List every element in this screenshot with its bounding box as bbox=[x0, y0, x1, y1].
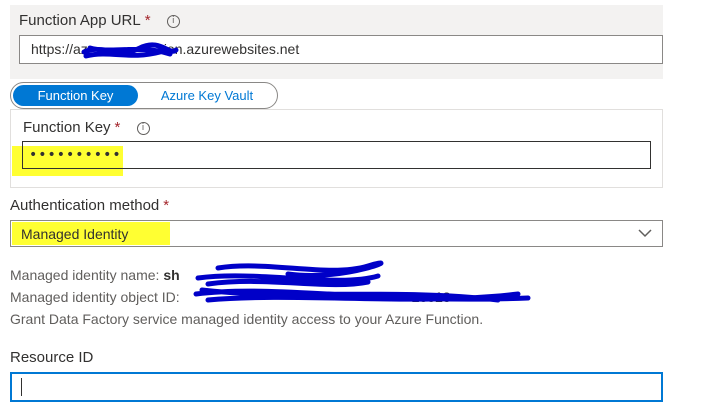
redaction-scribble bbox=[81, 42, 179, 59]
grant-access-text: Grant Data Factory service managed ident… bbox=[10, 311, 484, 327]
managed-identity-name: Managed identity name: sh bbox=[10, 267, 180, 283]
required-asterisk: * bbox=[114, 119, 121, 136]
tab-azure-key-vault[interactable]: Azure Key Vault bbox=[141, 85, 273, 106]
function-key-input[interactable]: •••••••••• bbox=[22, 141, 651, 169]
url-suffix: ion.azurewebsites.net bbox=[163, 41, 300, 57]
authentication-method-dropdown[interactable]: Managed Identity bbox=[10, 220, 663, 247]
required-asterisk: * bbox=[144, 12, 151, 29]
key-source-toggle: Function Key Azure Key Vault bbox=[10, 82, 278, 109]
function-key-label: Function Key * i bbox=[23, 119, 150, 136]
info-icon[interactable]: i bbox=[136, 122, 150, 135]
authentication-method-value: Managed Identity bbox=[21, 226, 129, 242]
info-icon[interactable]: i bbox=[166, 15, 180, 28]
text-cursor bbox=[21, 378, 22, 396]
resource-id-label: Resource ID bbox=[10, 349, 94, 366]
tab-function-key[interactable]: Function Key bbox=[13, 85, 138, 106]
authentication-method-label: Authentication method * bbox=[10, 197, 170, 214]
function-app-url-input[interactable]: https://az ion.azurewebsites.net bbox=[19, 35, 663, 64]
required-asterisk: * bbox=[163, 197, 170, 214]
chevron-down-icon bbox=[638, 229, 652, 238]
redaction-scribble bbox=[193, 260, 531, 303]
resource-id-input[interactable] bbox=[10, 372, 663, 402]
function-key-value: •••••••••• bbox=[29, 147, 122, 163]
function-app-url-label: Function App URL * i bbox=[19, 12, 180, 29]
